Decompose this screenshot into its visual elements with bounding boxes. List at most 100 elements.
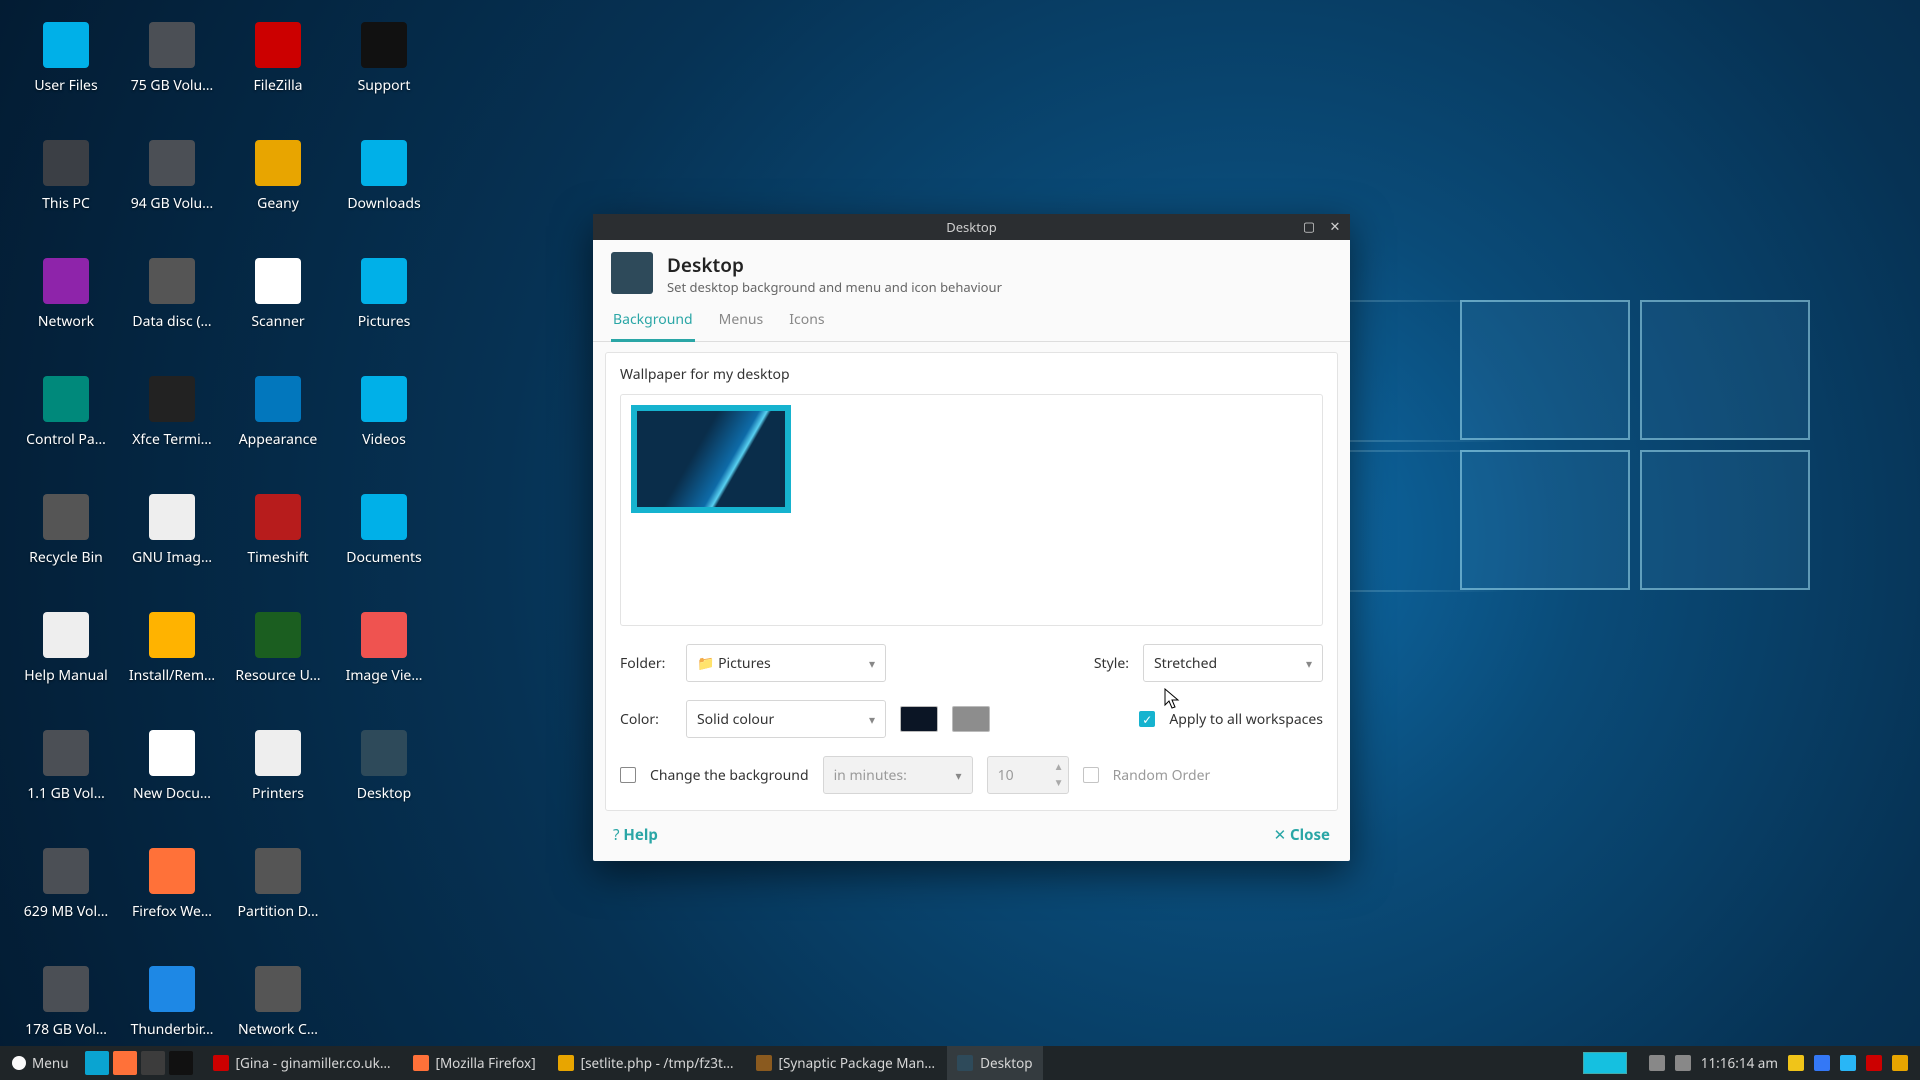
menu-button[interactable]: Menu bbox=[0, 1046, 81, 1080]
taskbar-task[interactable]: [Gina - ginamiller.co.uk… bbox=[203, 1046, 401, 1080]
folder-value: Pictures bbox=[718, 654, 771, 673]
task-icon bbox=[756, 1055, 772, 1071]
desktop-icon[interactable]: Image Vie… bbox=[332, 608, 436, 720]
color-swatch-primary[interactable] bbox=[900, 706, 938, 732]
tab-menus[interactable]: Menus bbox=[717, 302, 766, 341]
desktop-icon[interactable]: 1.1 GB Vol… bbox=[14, 726, 118, 838]
app-icon bbox=[361, 140, 407, 186]
app-icon bbox=[361, 376, 407, 422]
app-icon bbox=[255, 140, 301, 186]
desktop-icon[interactable]: Scanner bbox=[226, 254, 330, 366]
desktop-icon[interactable]: Printers bbox=[226, 726, 330, 838]
clock[interactable]: 11:16:14 am bbox=[1701, 1054, 1778, 1072]
wallpaper-list[interactable] bbox=[620, 394, 1323, 626]
desktop-icon[interactable]: Control Pa… bbox=[14, 372, 118, 484]
tray-network-icon[interactable] bbox=[1814, 1055, 1830, 1071]
desktop-icon[interactable]: Geany bbox=[226, 136, 330, 248]
help-button[interactable]: ? Help bbox=[613, 825, 658, 845]
color-label: Color: bbox=[620, 710, 672, 729]
wallpaper-thumbnail[interactable] bbox=[631, 405, 791, 513]
app-icon bbox=[43, 848, 89, 894]
tray-power-icon[interactable] bbox=[1788, 1055, 1804, 1071]
app-icon bbox=[255, 730, 301, 776]
desktop-icon-label: Thunderbir… bbox=[124, 1020, 220, 1039]
desktop-icon[interactable]: FileZilla bbox=[226, 18, 330, 130]
app-icon bbox=[361, 730, 407, 776]
tray-cloud-icon[interactable] bbox=[1840, 1055, 1856, 1071]
desktop-icon[interactable]: Xfce Termi… bbox=[120, 372, 224, 484]
desktop-icon[interactable]: Partition D… bbox=[226, 844, 330, 956]
app-icon bbox=[361, 258, 407, 304]
desktop-icon[interactable]: GNU Imag… bbox=[120, 490, 224, 602]
desktop-icon[interactable]: 629 MB Vol… bbox=[14, 844, 118, 956]
desktop-icon-label: User Files bbox=[18, 76, 114, 95]
maximize-icon[interactable]: ▢ bbox=[1300, 217, 1318, 235]
style-combo[interactable]: Stretched ▾ bbox=[1143, 644, 1323, 682]
desktop-icon[interactable]: Support bbox=[332, 18, 436, 130]
mouse-cursor bbox=[1164, 688, 1180, 710]
desktop-icon[interactable]: 75 GB Volu… bbox=[120, 18, 224, 130]
files-launcher-icon[interactable] bbox=[141, 1051, 165, 1075]
task-icon bbox=[558, 1055, 574, 1071]
app-icon bbox=[43, 494, 89, 540]
desktop-icon-label: Pictures bbox=[336, 312, 432, 331]
style-value: Stretched bbox=[1154, 654, 1217, 673]
desktop-icon[interactable]: Pictures bbox=[332, 254, 436, 366]
desktop-icon[interactable]: 94 GB Volu… bbox=[120, 136, 224, 248]
dialog-titlebar[interactable]: Desktop ▢ ✕ bbox=[593, 214, 1350, 240]
desktop-icon[interactable]: Videos bbox=[332, 372, 436, 484]
interval-spinner: 10 ▲▼ bbox=[987, 756, 1069, 794]
app-icon bbox=[361, 22, 407, 68]
taskbar-task[interactable]: [Mozilla Firefox] bbox=[403, 1046, 546, 1080]
taskbar-task[interactable]: [Synaptic Package Man… bbox=[746, 1046, 946, 1080]
interval-unit-combo: in minutes: ▾ bbox=[823, 756, 973, 794]
desktop-icon[interactable]: Network bbox=[14, 254, 118, 366]
desktop-icon[interactable]: This PC bbox=[14, 136, 118, 248]
taskbar-task[interactable]: Desktop bbox=[947, 1046, 1043, 1080]
app-icon bbox=[149, 494, 195, 540]
desktop-icon[interactable]: Firefox We… bbox=[120, 844, 224, 956]
color-swatch-secondary[interactable] bbox=[952, 706, 990, 732]
change-bg-checkbox[interactable] bbox=[620, 767, 636, 783]
desktop-icon[interactable]: Resource U… bbox=[226, 608, 330, 720]
chevron-down-icon: ▾ bbox=[869, 655, 875, 672]
tray-updates-icon[interactable] bbox=[1892, 1055, 1908, 1071]
desktop-icon[interactable]: Downloads bbox=[332, 136, 436, 248]
desktop-icon[interactable]: Timeshift bbox=[226, 490, 330, 602]
desktop-icon[interactable]: Help Manual bbox=[14, 608, 118, 720]
close-button[interactable]: ✕ Close bbox=[1274, 825, 1330, 845]
app-icon bbox=[255, 494, 301, 540]
desktop-icon[interactable]: User Files bbox=[14, 18, 118, 130]
desktop-icon[interactable]: New Docu… bbox=[120, 726, 224, 838]
desktop-icon[interactable]: Install/Rem… bbox=[120, 608, 224, 720]
desktop-icon[interactable]: Data disc (… bbox=[120, 254, 224, 366]
tab-background[interactable]: Background bbox=[611, 302, 695, 342]
terminal-launcher-icon[interactable] bbox=[169, 1051, 193, 1075]
app-icon bbox=[43, 730, 89, 776]
desktop-icon[interactable]: Appearance bbox=[226, 372, 330, 484]
workspace-switcher[interactable] bbox=[1583, 1052, 1627, 1074]
desktop-icon-label: Data disc (… bbox=[124, 312, 220, 331]
tab-icons[interactable]: Icons bbox=[787, 302, 826, 341]
desktop-icon-label: Scanner bbox=[230, 312, 326, 331]
apply-all-checkbox[interactable]: ✓ bbox=[1139, 711, 1155, 727]
desktop-icon[interactable]: Desktop bbox=[332, 726, 436, 838]
tray-volume-icon[interactable] bbox=[1675, 1055, 1691, 1071]
close-icon[interactable]: ✕ bbox=[1326, 217, 1344, 235]
desktop-icon[interactable]: Recycle Bin bbox=[14, 490, 118, 602]
desktop-icon-label: 1.1 GB Vol… bbox=[18, 784, 114, 803]
desktop-icon[interactable]: Documents bbox=[332, 490, 436, 602]
taskbar-task[interactable]: [setlite.php - /tmp/fz3t… bbox=[548, 1046, 744, 1080]
desktop-icon-label: GNU Imag… bbox=[124, 548, 220, 567]
color-combo[interactable]: Solid colour ▾ bbox=[686, 700, 886, 738]
firefox-launcher-icon[interactable] bbox=[113, 1051, 137, 1075]
tray-filezilla-icon[interactable] bbox=[1866, 1055, 1882, 1071]
taskbar: Menu [Gina - ginamiller.co.uk… [Mozilla … bbox=[0, 1046, 1920, 1080]
show-desktop-icon[interactable] bbox=[85, 1051, 109, 1075]
folder-combo[interactable]: 📁 Pictures ▾ bbox=[686, 644, 886, 682]
tray-display-icon[interactable] bbox=[1649, 1055, 1665, 1071]
desktop-icon-label: This PC bbox=[18, 194, 114, 213]
desktop-icon-label: Appearance bbox=[230, 430, 326, 449]
menu-icon bbox=[12, 1056, 26, 1070]
interval-value: 10 bbox=[998, 766, 1014, 785]
